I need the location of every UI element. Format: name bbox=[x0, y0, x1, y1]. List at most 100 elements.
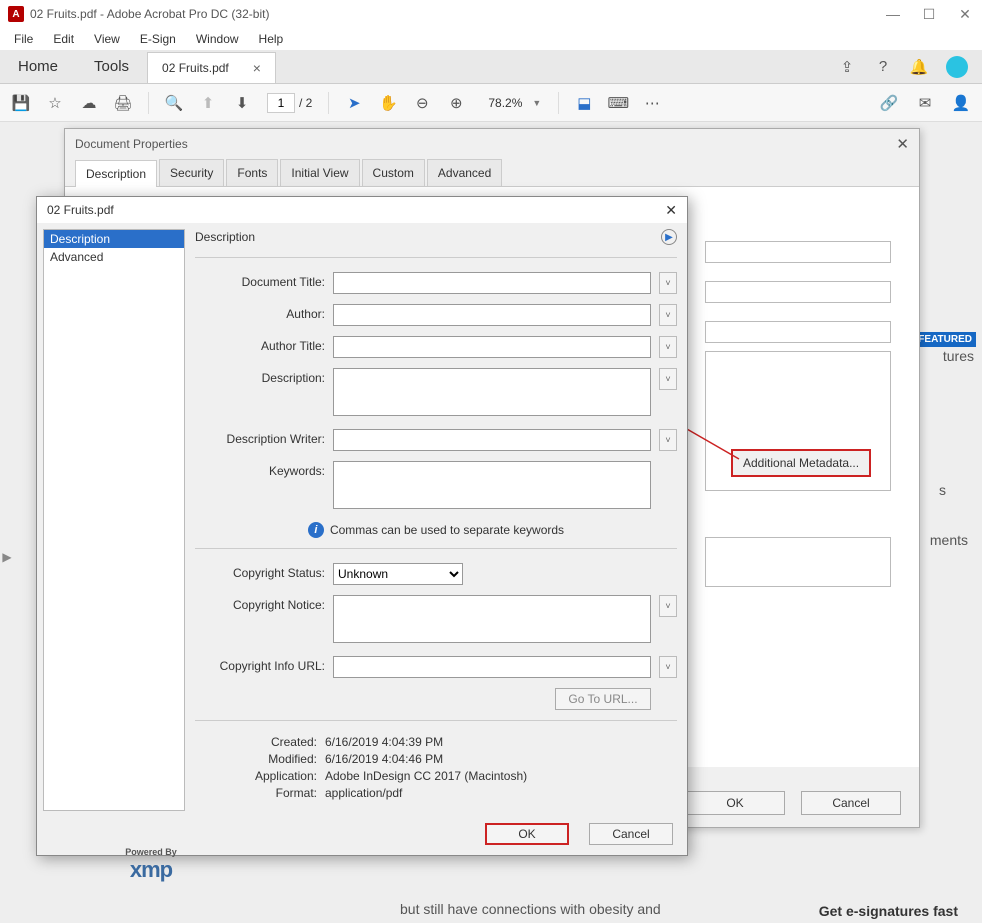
dialog-buttons: OK Cancel bbox=[685, 791, 901, 815]
zoom-out-icon[interactable]: ⊖ bbox=[413, 94, 431, 112]
xmp-footer: OK Cancel bbox=[37, 817, 687, 851]
author-title-input[interactable] bbox=[333, 336, 651, 358]
ok-button[interactable]: OK bbox=[685, 791, 785, 815]
label-author-title: Author Title: bbox=[195, 336, 325, 353]
author-title-dropdown[interactable]: ˅ bbox=[659, 336, 677, 358]
underlying-field[interactable] bbox=[705, 537, 891, 587]
menu-esign[interactable]: E-Sign bbox=[132, 30, 184, 48]
search-icon[interactable]: 🔍 bbox=[165, 94, 183, 112]
copyright-notice-dropdown[interactable]: ˅ bbox=[659, 595, 677, 617]
menu-edit[interactable]: Edit bbox=[45, 30, 82, 48]
sidebar-item-description[interactable]: Description bbox=[44, 230, 184, 248]
page-down-icon[interactable]: ⬇ bbox=[233, 94, 251, 112]
zoom-dropdown[interactable]: 78.2% ▼ bbox=[481, 93, 542, 113]
page-current-input[interactable] bbox=[267, 93, 295, 113]
minimize-button[interactable]: — bbox=[884, 6, 902, 23]
tab-home[interactable]: Home bbox=[0, 50, 76, 83]
label-copyright-notice: Copyright Notice: bbox=[195, 595, 325, 612]
cloud-icon[interactable]: ☁ bbox=[80, 94, 98, 112]
close-button[interactable]: ✕ bbox=[956, 6, 974, 23]
info-icon: i bbox=[308, 522, 324, 538]
xmp-dialog: 02 Fruits.pdf ✕ Description Advanced Pow… bbox=[36, 196, 688, 856]
copyright-url-dropdown[interactable]: ˅ bbox=[659, 656, 677, 678]
modified-value: 6/16/2019 4:04:46 PM bbox=[325, 752, 443, 766]
page-up-icon[interactable]: ⬆ bbox=[199, 94, 217, 112]
bg-text: s bbox=[939, 482, 946, 498]
go-to-url-button[interactable]: Go To URL... bbox=[555, 688, 651, 710]
copyright-notice-textarea[interactable] bbox=[333, 595, 651, 643]
xmp-title: 02 Fruits.pdf bbox=[47, 203, 114, 217]
help-icon[interactable]: ? bbox=[874, 58, 892, 76]
keyboard-icon[interactable]: ⌨ bbox=[609, 94, 627, 112]
divider bbox=[195, 257, 677, 258]
zoom-in-icon[interactable]: ⊕ bbox=[447, 94, 465, 112]
bg-text: tures bbox=[943, 348, 974, 364]
xmp-sidebar: Description Advanced Powered By xmp bbox=[43, 229, 185, 811]
panel-expand-icon[interactable]: ▶ bbox=[0, 542, 14, 572]
label-modified: Modified: bbox=[195, 752, 325, 766]
profile-icon[interactable]: 👤 bbox=[952, 94, 970, 112]
xmp-main: Description ▶ Document Title: ˅ Author: … bbox=[191, 223, 687, 817]
tab-document[interactable]: 02 Fruits.pdf × bbox=[147, 52, 276, 83]
page-total: / 2 bbox=[299, 96, 312, 110]
label-copyright-status: Copyright Status: bbox=[195, 563, 325, 580]
additional-metadata-button[interactable]: Additional Metadata... bbox=[731, 449, 871, 477]
label-copyright-url: Copyright Info URL: bbox=[195, 656, 325, 673]
tab-custom[interactable]: Custom bbox=[362, 159, 425, 186]
menu-window[interactable]: Window bbox=[188, 30, 247, 48]
tab-security[interactable]: Security bbox=[159, 159, 224, 186]
underlying-field[interactable] bbox=[705, 241, 891, 263]
section-nav-icon[interactable]: ▶ bbox=[661, 229, 677, 245]
avatar[interactable] bbox=[946, 56, 968, 78]
author-dropdown[interactable]: ˅ bbox=[659, 304, 677, 326]
more-icon[interactable]: ⋯ bbox=[643, 94, 661, 112]
menu-help[interactable]: Help bbox=[251, 30, 292, 48]
description-textarea[interactable] bbox=[333, 368, 651, 416]
menu-view[interactable]: View bbox=[86, 30, 128, 48]
application-value: Adobe InDesign CC 2017 (Macintosh) bbox=[325, 769, 527, 783]
tab-tools[interactable]: Tools bbox=[76, 50, 147, 83]
desc-writer-dropdown[interactable]: ˅ bbox=[659, 429, 677, 451]
maximize-button[interactable]: ☐ bbox=[920, 6, 938, 23]
menu-file[interactable]: File bbox=[6, 30, 41, 48]
tab-close-icon[interactable]: × bbox=[253, 60, 261, 76]
tab-fonts[interactable]: Fonts bbox=[226, 159, 278, 186]
save-icon[interactable]: 💾 bbox=[12, 94, 30, 112]
star-icon[interactable]: ☆ bbox=[46, 94, 64, 112]
underlying-field[interactable] bbox=[705, 321, 891, 343]
hand-icon[interactable]: ✋ bbox=[379, 94, 397, 112]
fit-icon[interactable]: ⬓ bbox=[575, 94, 593, 112]
underlying-field[interactable] bbox=[705, 281, 891, 303]
xmp-ok-button[interactable]: OK bbox=[485, 823, 569, 845]
tab-description[interactable]: Description bbox=[75, 160, 157, 187]
link-icon[interactable]: 🔗 bbox=[880, 94, 898, 112]
select-icon[interactable]: ➤ bbox=[345, 94, 363, 112]
copyright-status-select[interactable]: Unknown bbox=[333, 563, 463, 585]
dialog-header: Document Properties ✕ bbox=[65, 129, 919, 159]
xmp-cancel-button[interactable]: Cancel bbox=[589, 823, 673, 845]
tab-initial-view[interactable]: Initial View bbox=[280, 159, 359, 186]
copyright-url-input[interactable] bbox=[333, 656, 651, 678]
share-icon[interactable]: ⇪ bbox=[838, 58, 856, 76]
author-input[interactable] bbox=[333, 304, 651, 326]
doc-title-input[interactable] bbox=[333, 272, 651, 294]
label-keywords: Keywords: bbox=[195, 461, 325, 478]
label-format: Format: bbox=[195, 786, 325, 800]
xmp-logo-small: Powered By bbox=[91, 847, 211, 857]
print-icon[interactable]: 🖨 bbox=[114, 94, 132, 112]
dialog-close-icon[interactable]: ✕ bbox=[896, 135, 909, 153]
dialog-tabs: Description Security Fonts Initial View … bbox=[65, 159, 919, 187]
cancel-button[interactable]: Cancel bbox=[801, 791, 901, 815]
desc-writer-input[interactable] bbox=[333, 429, 651, 451]
tab-advanced[interactable]: Advanced bbox=[427, 159, 502, 186]
xmp-close-icon[interactable]: ✕ bbox=[665, 202, 677, 219]
bell-icon[interactable]: 🔔 bbox=[910, 58, 928, 76]
tab-document-label: 02 Fruits.pdf bbox=[162, 61, 229, 75]
sidebar-item-advanced[interactable]: Advanced bbox=[44, 248, 184, 266]
mail-icon[interactable]: ✉ bbox=[916, 94, 934, 112]
doc-title-dropdown[interactable]: ˅ bbox=[659, 272, 677, 294]
bg-text: but still have connections with obesity … bbox=[400, 901, 661, 917]
content-area: ▶ FEATURED tures s ments but still have … bbox=[0, 122, 982, 923]
keywords-textarea[interactable] bbox=[333, 461, 651, 509]
description-dropdown[interactable]: ˅ bbox=[659, 368, 677, 390]
